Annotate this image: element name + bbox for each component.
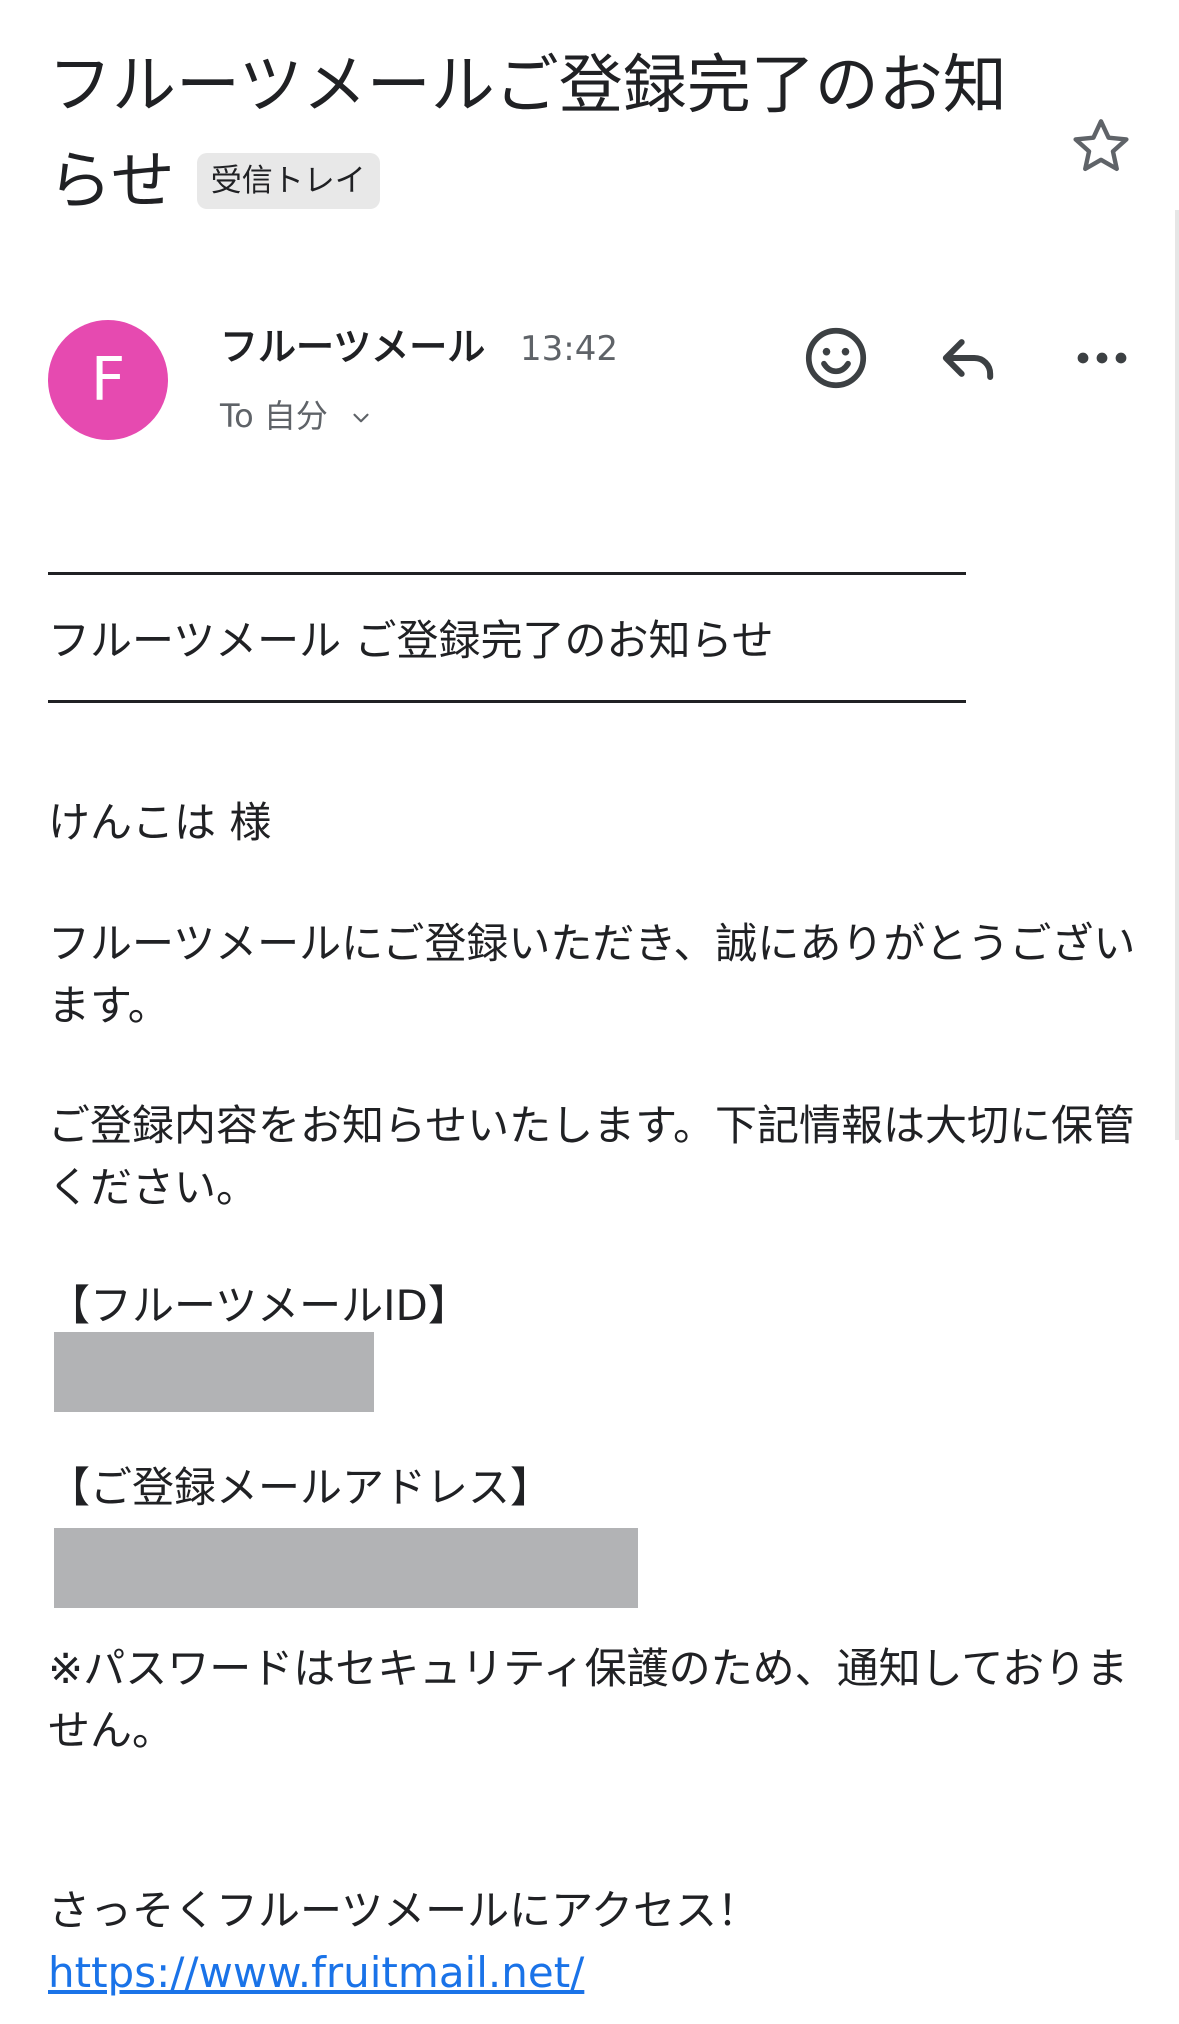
access-line: さっそくフルーツメールにアクセス！	[48, 1886, 760, 1935]
chevron-down-icon	[353, 413, 369, 423]
scrollbar[interactable]	[1175, 210, 1179, 1140]
star-icon[interactable]	[1066, 112, 1136, 182]
thanks-paragraph: フルーツメールにご登録いただき、誠にありがとうございます。	[48, 919, 1136, 1030]
fruitmail-link[interactable]: https://www.fruitmail.net/	[48, 1942, 1138, 2004]
subject-text: フルーツメールご登録完了のお知らせ	[48, 49, 1007, 219]
body-title: フルーツメール ご登録完了のお知らせ	[48, 616, 774, 665]
send-time: 13:42	[520, 329, 618, 369]
email-address-heading: 【ご登録メールアドレス】	[48, 1463, 553, 1512]
fruitmail-id-heading: 【フルーツメールID】	[48, 1281, 470, 1330]
sender-avatar[interactable]: F	[48, 320, 168, 440]
greeting: けんこは 様	[48, 798, 272, 847]
divider-top	[48, 572, 966, 575]
emoji-reaction-icon[interactable]	[798, 320, 874, 396]
reply-icon[interactable]	[930, 320, 1006, 396]
recipients-text: To 自分	[220, 397, 328, 435]
redacted-fruitmail-id	[54, 1332, 374, 1412]
more-options-icon[interactable]	[1064, 320, 1140, 396]
email-subject: フルーツメールご登録完了のお知らせ 受信トレイ	[48, 38, 1008, 230]
divider-bottom	[48, 700, 966, 703]
password-note: ※パスワードはセキュリティ保護のため、通知しておりません。	[48, 1644, 1129, 1755]
redacted-email-address	[54, 1528, 638, 1608]
inbox-label-chip[interactable]: 受信トレイ	[196, 153, 380, 209]
notice-paragraph: ご登録内容をお知らせいたします。下記情報は大切に保管ください。	[48, 1101, 1135, 1212]
sender-name[interactable]: フルーツメール	[220, 322, 485, 372]
recipients-toggle[interactable]: To 自分	[220, 393, 374, 439]
